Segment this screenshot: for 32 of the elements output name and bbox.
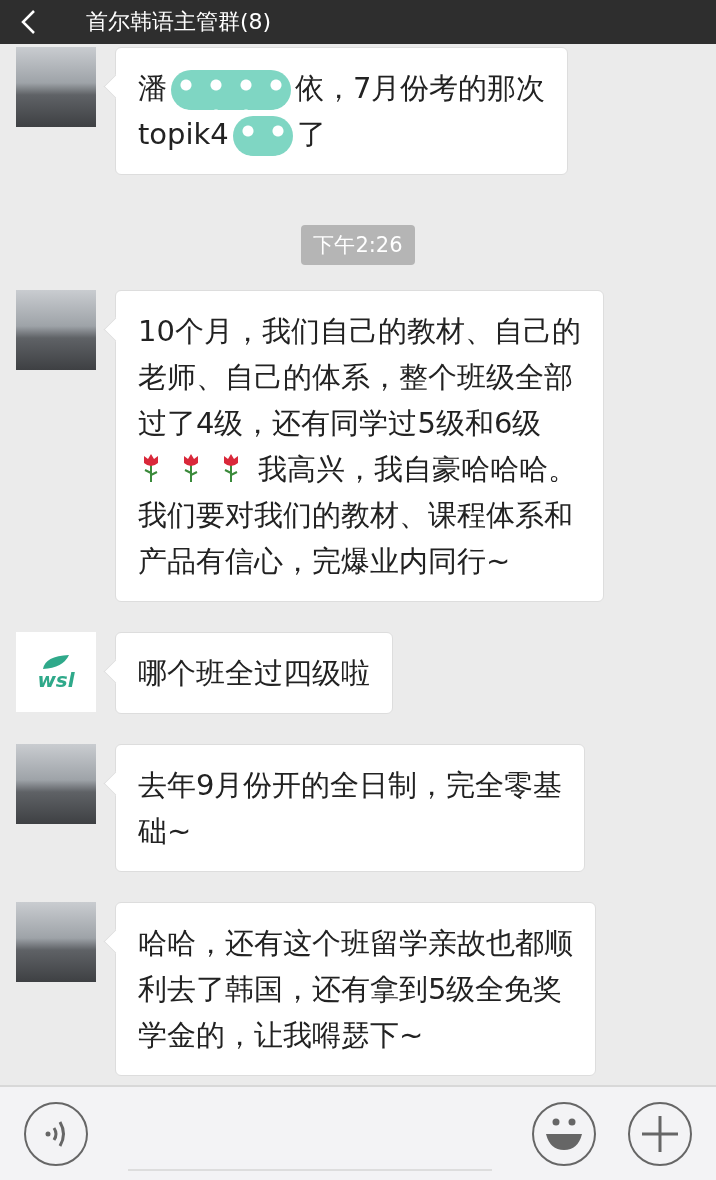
message-text: 产品有信心，完爆业内同行~ (138, 544, 511, 578)
message-text: topik4 (138, 117, 229, 151)
message-text: 我们要对我们的教材、课程体系和 (138, 498, 573, 532)
message-text: 老师、自己的体系，整个班级全部 (138, 360, 573, 394)
plus-icon (640, 1113, 680, 1154)
timestamp: 下午2:26 (301, 225, 415, 265)
logo-avatar[interactable]: wsl (16, 632, 96, 712)
message-text: 利去了韩国，还有拿到5级全免奖 (138, 972, 563, 1006)
plus-button[interactable] (628, 1101, 692, 1166)
chat-title: 首尔韩语主管群(8) (86, 8, 272, 36)
avatar-photo[interactable] (16, 47, 96, 127)
leaf-icon (41, 654, 71, 670)
message-text: 哈哈，还有这个班留学亲故也都顺 (138, 926, 573, 960)
avatar-photo[interactable] (16, 290, 96, 370)
avatar-photo[interactable] (16, 902, 96, 982)
redaction-blot (232, 116, 293, 156)
message-text: 去年9月份开的全日制，完全零基 (138, 768, 563, 802)
emoji-button[interactable] (532, 1101, 596, 1166)
message-text: 潘 (138, 71, 167, 105)
avatar-photo[interactable] (16, 744, 96, 824)
back-icon[interactable] (20, 9, 36, 35)
message-text: 10个月，我们自己的教材、自己的 (138, 314, 581, 348)
message-text: 础~ (138, 814, 192, 848)
message-text: 学金的，让我嘚瑟下~ (138, 1018, 424, 1052)
message-text: 依，7月份考的那次 (295, 71, 546, 105)
message-text: 哪个班全过四级啦 (138, 656, 370, 690)
voice-button[interactable] (24, 1101, 88, 1166)
smiley-icon (544, 1116, 584, 1151)
logo-text: wsl (37, 670, 75, 690)
message-text: 我高兴，我自豪哈哈哈。 (258, 452, 577, 486)
message-text: 过了4级，还有同学过5级和6级 (138, 406, 542, 440)
message-text: 了 (296, 117, 326, 151)
